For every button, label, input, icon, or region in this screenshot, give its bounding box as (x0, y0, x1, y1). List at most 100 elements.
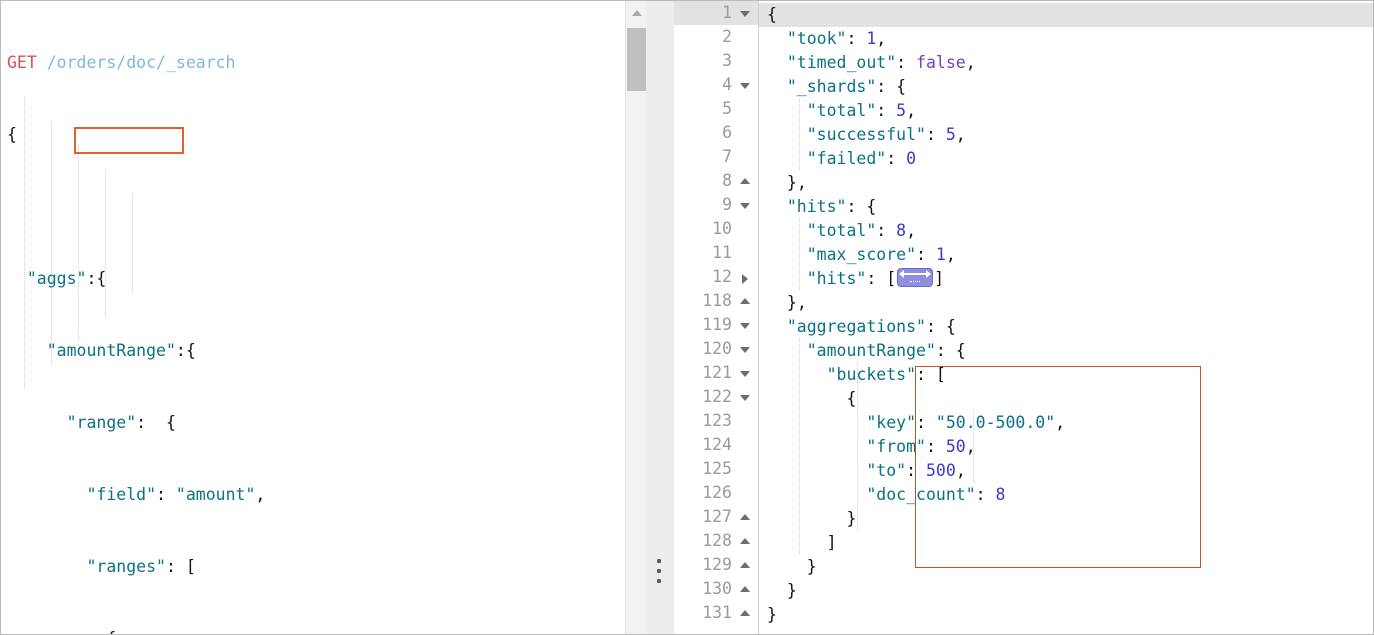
response-line-5: "total": 5, (806, 101, 917, 120)
request-line: "aggs":{ (26, 269, 107, 288)
gutter-line-12[interactable]: 12 (674, 265, 758, 289)
line-number: 119 (702, 315, 732, 334)
response-line-4: "_shards": { (786, 77, 907, 96)
response-line-118: }, (786, 293, 807, 312)
panel-splitter[interactable] (646, 1, 674, 634)
response-line-128: ] (826, 533, 837, 552)
fold-down-icon[interactable] (740, 395, 750, 401)
fold-down-icon[interactable] (740, 11, 750, 17)
gutter-line-129[interactable]: 129 (674, 553, 758, 577)
gutter-line-6[interactable]: 6 (674, 121, 758, 145)
gutter-line-127[interactable]: 127 (674, 505, 758, 529)
line-number: 4 (722, 75, 732, 94)
response-editor-pane[interactable]: 1 2 3 4 5 6 7 8 9 10 11 12 118 119 120 121 122 123 124 125 1… (674, 1, 1373, 634)
fold-down-icon[interactable] (740, 371, 750, 377)
gutter-line-130[interactable]: 130 (674, 577, 758, 601)
line-number: 129 (702, 555, 732, 574)
gutter-line-128[interactable]: 128 (674, 529, 758, 553)
response-line-120: "amountRange": { (806, 341, 966, 360)
line-number: 9 (722, 195, 732, 214)
scrollbar-thumb[interactable] (627, 28, 646, 91)
request-line-range: "range": { (66, 413, 176, 432)
gutter-line-124[interactable]: 124 (674, 433, 758, 457)
gutter-line-122[interactable]: 122 (674, 385, 758, 409)
fold-down-icon[interactable] (740, 323, 750, 329)
response-line-2: "took": 1, (786, 29, 887, 48)
response-line-129: } (806, 557, 817, 576)
gutter-line-123[interactable]: 123 (674, 409, 758, 433)
response-line-6: "successful": 5, (806, 125, 966, 144)
response-line-122: { (846, 389, 857, 408)
scroll-up-arrow-icon[interactable] (626, 1, 647, 24)
response-line-3: "timed_out": false, (786, 53, 976, 72)
gutter-line-2[interactable]: 2 (674, 25, 758, 49)
gutter-line-4[interactable]: 4 (674, 73, 758, 97)
response-line-11: "max_score": 1, (806, 245, 956, 264)
line-number: 8 (722, 171, 732, 190)
gutter-line-7[interactable]: 7 (674, 145, 758, 169)
request-code[interactable]: GET /orders/doc/_search { "aggs":{ "amou… (7, 3, 265, 634)
console-window: GET /orders/doc/_search { "aggs":{ "amou… (0, 0, 1374, 635)
drag-dots-icon[interactable] (657, 559, 662, 584)
line-number: 121 (702, 363, 732, 382)
line-number: 2 (722, 27, 732, 46)
request-scrollbar[interactable] (625, 1, 647, 634)
response-code-area[interactable]: { "took": 1, "timed_out": false, "_shard… (759, 1, 1373, 634)
request-line (7, 195, 265, 219)
line-number: 12 (712, 267, 732, 286)
response-code[interactable]: { "took": 1, "timed_out": false, "_shard… (767, 3, 1065, 627)
gutter-line-120[interactable]: 120 (674, 337, 758, 361)
gutter-line-119[interactable]: 119 (674, 313, 758, 337)
request-line: "amountRange":{ (46, 341, 196, 360)
line-number-gutter[interactable]: 1 2 3 4 5 6 7 8 9 10 11 12 118 119 120 121 122 123 124 125 1… (674, 1, 759, 634)
fold-up-icon[interactable] (740, 610, 750, 616)
line-number: 6 (722, 123, 732, 142)
fold-up-icon[interactable] (740, 562, 750, 568)
fold-up-icon[interactable] (740, 514, 750, 520)
request-editor-pane[interactable]: GET /orders/doc/_search { "aggs":{ "amou… (1, 1, 623, 634)
response-line-126: "doc_count": 8 (866, 485, 1006, 504)
response-line-12: "hits": [] (806, 268, 945, 288)
line-number: 5 (722, 99, 732, 118)
response-line-124: "from": 50, (866, 437, 976, 456)
fold-down-icon[interactable] (740, 83, 750, 89)
fold-down-icon[interactable] (740, 347, 750, 353)
line-number: 10 (712, 219, 732, 238)
gutter-line-118[interactable]: 118 (674, 289, 758, 313)
gutter-line-1[interactable]: 1 (674, 1, 758, 25)
request-line: "ranges": [ (86, 557, 196, 576)
fold-up-icon[interactable] (740, 538, 750, 544)
line-number: 120 (702, 339, 732, 358)
fold-up-icon[interactable] (740, 298, 750, 304)
fold-up-icon[interactable] (740, 178, 750, 184)
gutter-line-121[interactable]: 121 (674, 361, 758, 385)
request-line: { (7, 627, 265, 634)
gutter-line-5[interactable]: 5 (674, 97, 758, 121)
response-line-7: "failed": 0 (806, 149, 917, 168)
response-line-119: "aggregations": { (786, 317, 956, 336)
line-number: 11 (712, 243, 732, 262)
gutter-line-11[interactable]: 11 (674, 241, 758, 265)
line-number: 7 (722, 147, 732, 166)
line-number: 125 (702, 459, 732, 478)
response-line-127: } (846, 509, 857, 528)
fold-up-icon[interactable] (740, 586, 750, 592)
gutter-line-126[interactable]: 126 (674, 481, 758, 505)
response-line-1: { (767, 5, 777, 24)
gutter-line-3[interactable]: 3 (674, 49, 758, 73)
fold-right-icon[interactable] (742, 274, 748, 284)
fold-down-icon[interactable] (740, 203, 750, 209)
collapsed-fold-widget[interactable] (897, 268, 934, 287)
response-line-131: } (767, 605, 777, 624)
response-line-121: "buckets": [ (826, 365, 946, 384)
gutter-line-9[interactable]: 9 (674, 193, 758, 217)
gutter-line-131[interactable]: 131 (674, 601, 758, 625)
response-line-10: "total": 8, (806, 221, 917, 240)
line-number: 122 (702, 387, 732, 406)
gutter-line-8[interactable]: 8 (674, 169, 758, 193)
request-line-url: GET /orders/doc/_search (7, 51, 265, 75)
line-number: 131 (702, 603, 732, 622)
gutter-line-125[interactable]: 125 (674, 457, 758, 481)
response-line-8: }, (786, 173, 807, 192)
gutter-line-10[interactable]: 10 (674, 217, 758, 241)
